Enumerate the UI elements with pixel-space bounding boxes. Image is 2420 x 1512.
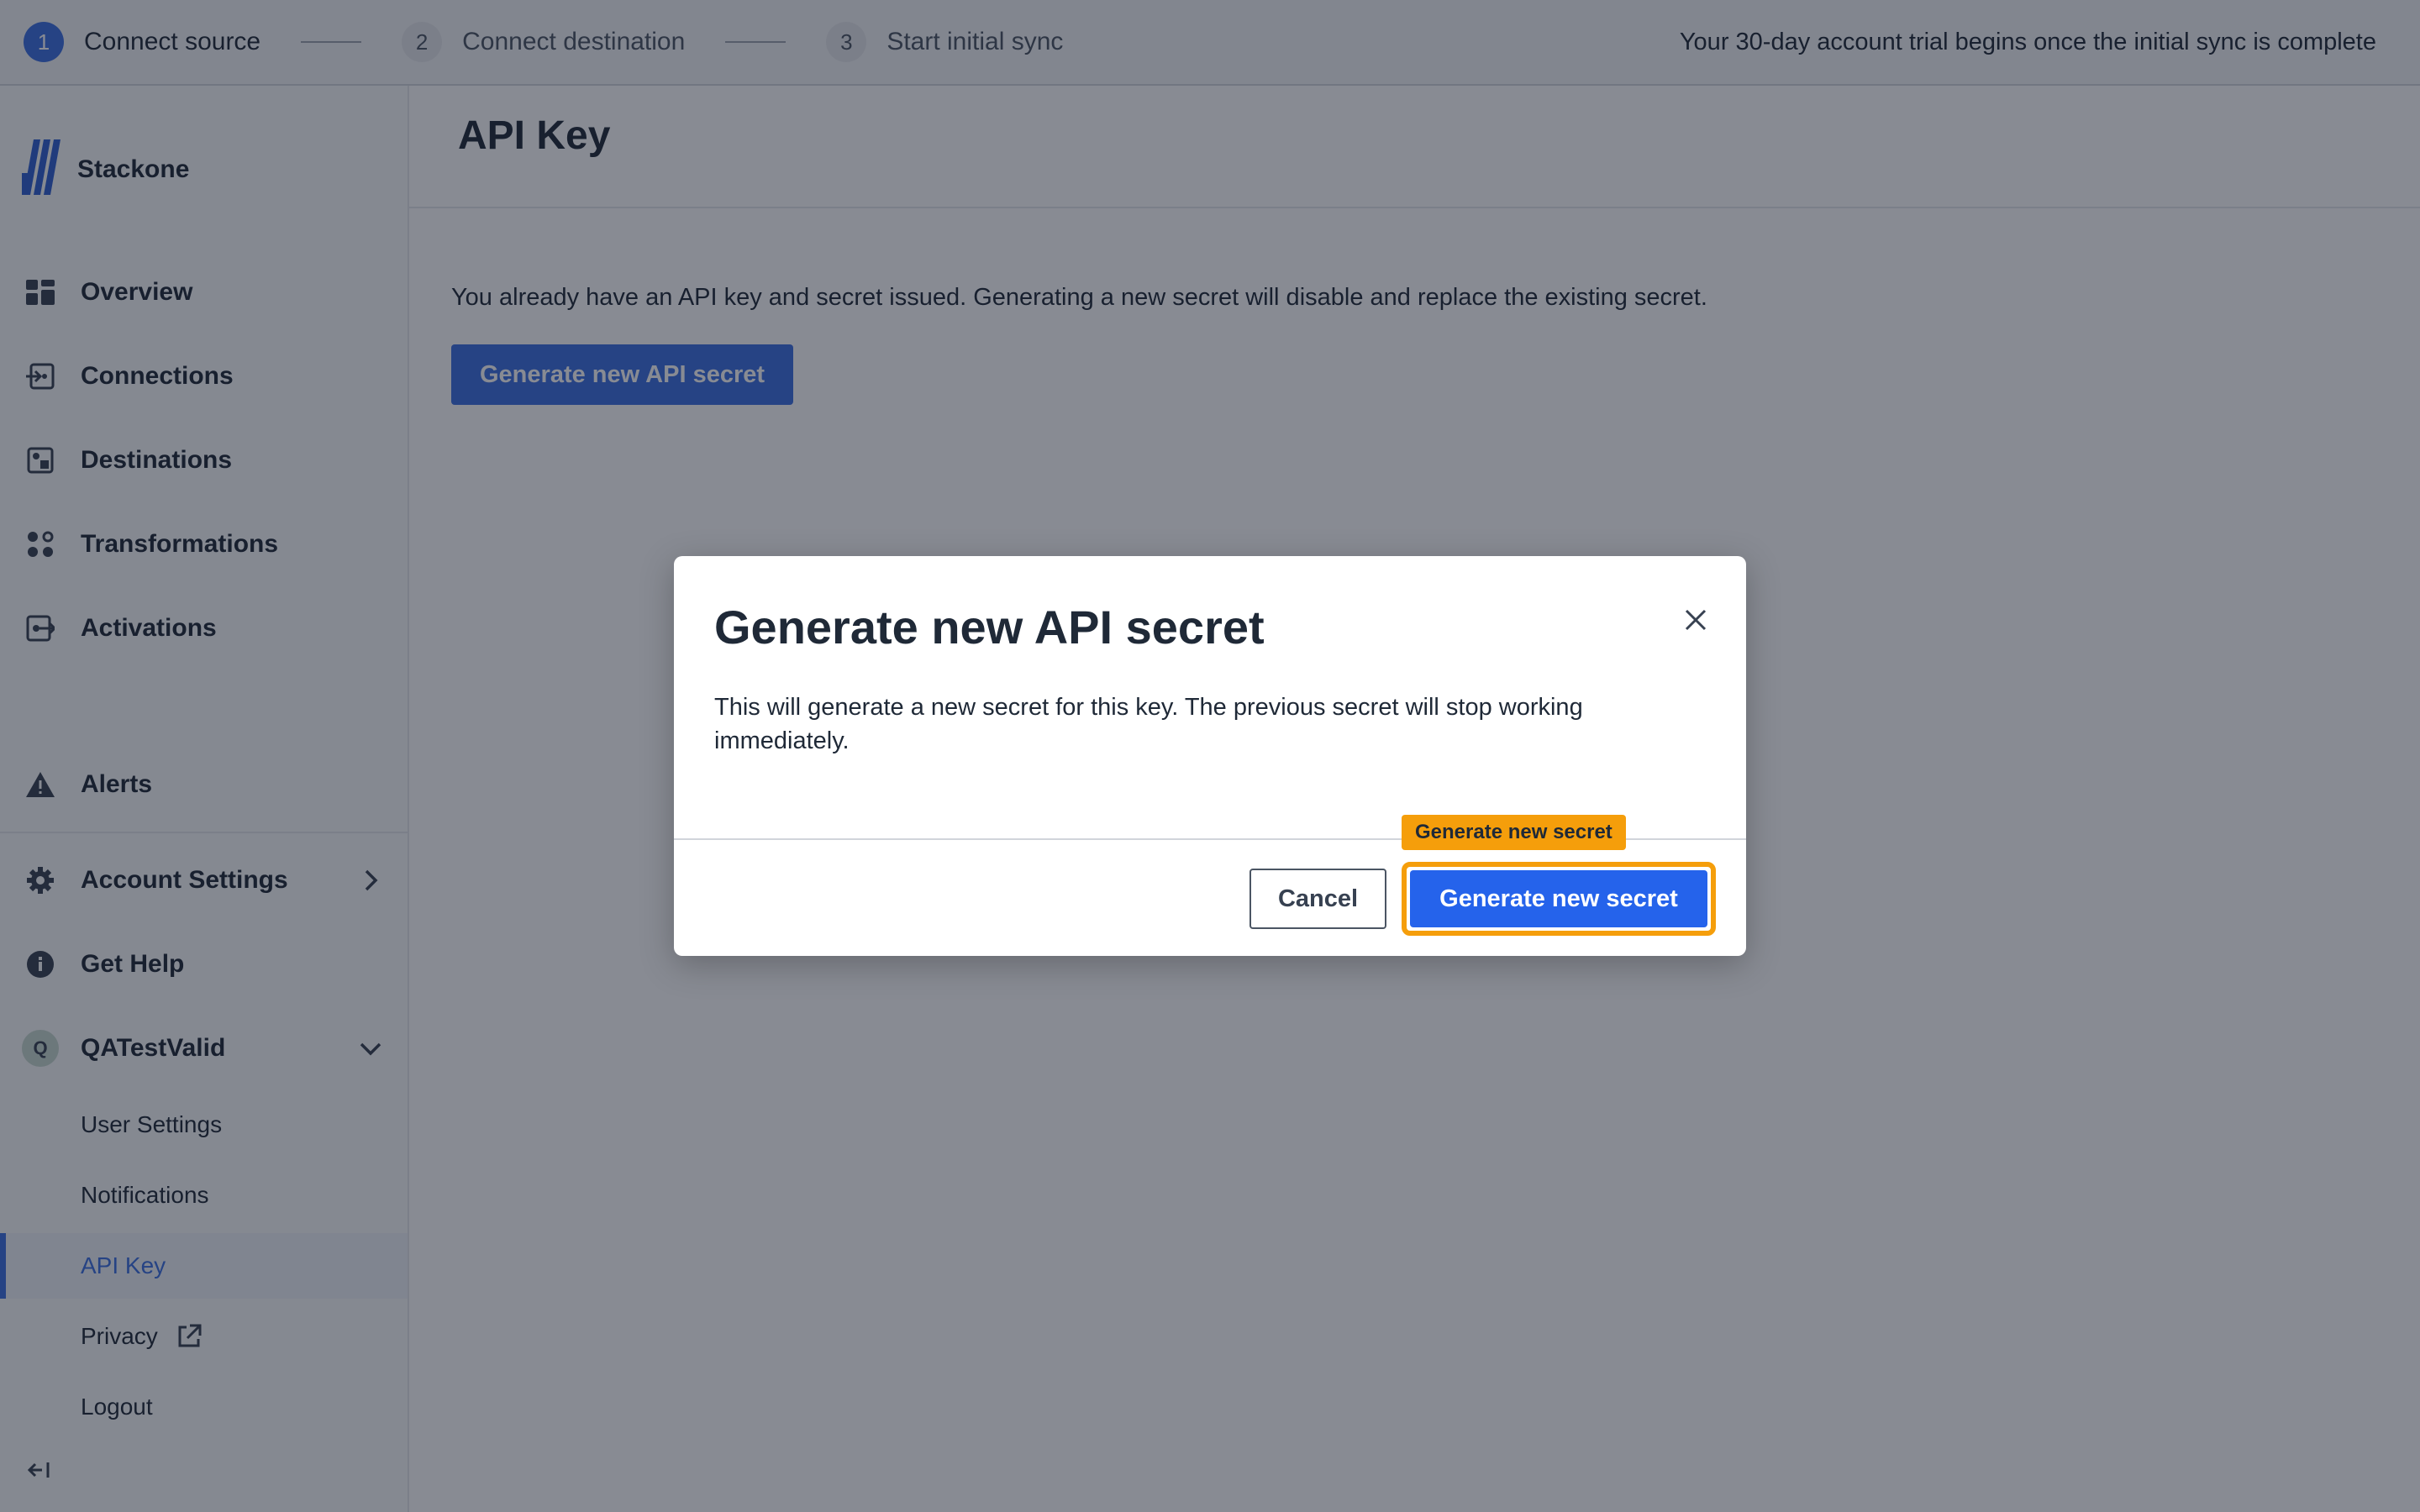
highlight-ring: Generate new secret [1402,862,1716,936]
modal-title: Generate new API secret [714,601,1265,654]
modal-body-text: This will generate a new secret for this… [714,694,1583,754]
close-icon[interactable] [1679,603,1712,637]
cancel-button[interactable]: Cancel [1249,869,1386,929]
generate-new-secret-button[interactable]: Generate new secret [1410,870,1707,927]
highlight-tooltip: Generate new secret [1402,815,1626,850]
generate-secret-modal: Generate new API secret This will genera… [674,556,1746,956]
